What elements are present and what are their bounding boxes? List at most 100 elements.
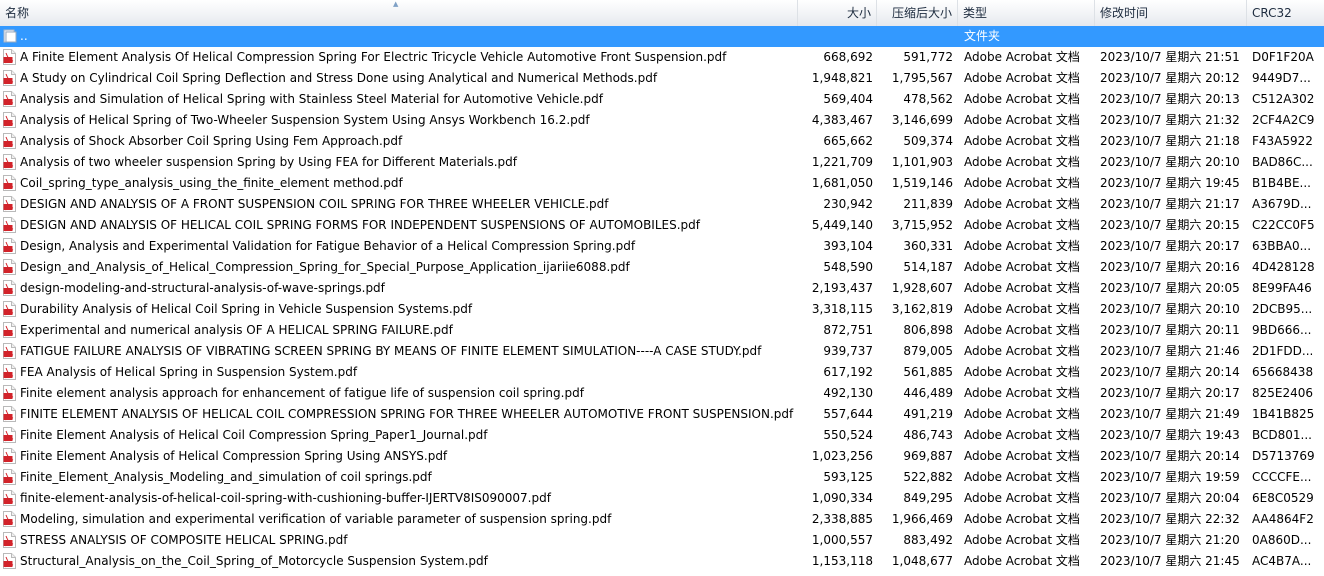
parent-folder-row[interactable]: .. 文件夹 <box>0 26 1324 47</box>
file-type: Adobe Acrobat 文档 <box>964 428 1080 442</box>
column-header-size[interactable]: 大小 <box>798 0 877 26</box>
file-type: Adobe Acrobat 文档 <box>964 449 1080 463</box>
file-type: Adobe Acrobat 文档 <box>964 218 1080 232</box>
file-row[interactable]: Modeling, simulation and experimental ve… <box>0 509 1324 530</box>
pdf-file-icon <box>3 490 16 506</box>
file-row[interactable]: Structural_Analysis_on_the_Coil_Spring_o… <box>0 551 1324 572</box>
file-type: Adobe Acrobat 文档 <box>964 113 1080 127</box>
file-type: Adobe Acrobat 文档 <box>964 134 1080 148</box>
pdf-file-icon <box>3 175 16 191</box>
file-packed-size: 1,048,677 <box>891 554 953 568</box>
file-row[interactable]: Coil_spring_type_analysis_using_the_fini… <box>0 173 1324 194</box>
column-header-packed-size[interactable]: 压缩后大小 <box>877 0 958 26</box>
pdf-file-icon <box>3 364 16 380</box>
pdf-file-icon <box>3 133 16 149</box>
file-packed-size: 1,966,469 <box>891 512 953 526</box>
file-row[interactable]: Durability Analysis of Helical Coil Spri… <box>0 299 1324 320</box>
file-row[interactable]: Finite element analysis approach for enh… <box>0 383 1324 404</box>
pdf-file-icon <box>3 91 16 107</box>
file-row[interactable]: Finite Element Analysis of Helical Compr… <box>0 446 1324 467</box>
file-size: 665,662 <box>823 134 873 148</box>
file-row[interactable]: Analysis of Helical Spring of Two-Wheele… <box>0 110 1324 131</box>
file-crc32: 2D1FDD... <box>1252 344 1314 358</box>
file-row[interactable]: FINITE ELEMENT ANALYSIS OF HELICAL COIL … <box>0 404 1324 425</box>
file-type: Adobe Acrobat 文档 <box>964 554 1080 568</box>
file-crc32: F43A5922 <box>1252 134 1313 148</box>
file-modified: 2023/10/7 星期六 21:18 <box>1100 134 1240 148</box>
file-name: Analysis of two wheeler suspension Sprin… <box>20 155 518 169</box>
file-row[interactable]: FEA Analysis of Helical Spring in Suspen… <box>0 362 1324 383</box>
file-crc32: 4D428128 <box>1252 260 1315 274</box>
file-name: Analysis of Shock Absorber Coil Spring U… <box>20 134 403 148</box>
file-row[interactable]: Design, Analysis and Experimental Valida… <box>0 236 1324 257</box>
file-list[interactable]: 名称 ▲ 大小 压缩后大小 类型 修改时间 CRC32 .. 文件夹 A Fin… <box>0 0 1324 576</box>
file-row[interactable]: FATIGUE FAILURE ANALYSIS OF VIBRATING SC… <box>0 341 1324 362</box>
file-size: 492,130 <box>823 386 873 400</box>
pdf-file-icon <box>3 238 16 254</box>
parent-folder-type: 文件夹 <box>964 29 1001 43</box>
file-type: Adobe Acrobat 文档 <box>964 197 1080 211</box>
file-modified: 2023/10/7 星期六 20:17 <box>1100 239 1240 253</box>
file-row[interactable]: A Study on Cylindrical Coil Spring Defle… <box>0 68 1324 89</box>
column-header-crc32-label: CRC32 <box>1252 6 1292 20</box>
file-row[interactable]: DESIGN AND ANALYSIS OF A FRONT SUSPENSIO… <box>0 194 1324 215</box>
file-row[interactable]: Finite_Element_Analysis_Modeling_and_sim… <box>0 467 1324 488</box>
file-modified: 2023/10/7 星期六 20:14 <box>1100 449 1240 463</box>
file-packed-size: 879,005 <box>903 344 953 358</box>
file-packed-size: 211,839 <box>903 197 953 211</box>
file-row[interactable]: Experimental and numerical analysis OF A… <box>0 320 1324 341</box>
file-crc32: BAD86C... <box>1252 155 1313 169</box>
file-row[interactable]: Analysis of two wheeler suspension Sprin… <box>0 152 1324 173</box>
file-modified: 2023/10/7 星期六 19:43 <box>1100 428 1240 442</box>
file-packed-size: 1,928,607 <box>891 281 953 295</box>
file-row[interactable]: Design_and_Analysis_of_Helical_Compressi… <box>0 257 1324 278</box>
file-name: Analysis of Helical Spring of Two-Wheele… <box>20 113 590 127</box>
column-header-modified[interactable]: 修改时间 <box>1095 0 1247 26</box>
file-size: 1,221,709 <box>811 155 873 169</box>
file-row[interactable]: A Finite Element Analysis Of Helical Com… <box>0 47 1324 68</box>
file-row[interactable]: Analysis of Shock Absorber Coil Spring U… <box>0 131 1324 152</box>
column-header-type-label: 类型 <box>963 6 988 20</box>
file-packed-size: 486,743 <box>903 428 953 442</box>
file-crc32: C512A302 <box>1252 92 1315 106</box>
file-size: 1,153,118 <box>811 554 873 568</box>
file-name: A Study on Cylindrical Coil Spring Defle… <box>20 71 658 85</box>
pdf-file-icon <box>3 217 16 233</box>
file-row[interactable]: finite-element-analysis-of-helical-coil-… <box>0 488 1324 509</box>
file-row[interactable]: Analysis and Simulation of Helical Sprin… <box>0 89 1324 110</box>
file-crc32: 9449D7... <box>1252 71 1311 85</box>
file-row[interactable]: Finite Element Analysis of Helical Coil … <box>0 425 1324 446</box>
file-packed-size: 806,898 <box>903 323 953 337</box>
file-packed-size: 1,795,567 <box>891 71 953 85</box>
file-type: Adobe Acrobat 文档 <box>964 533 1080 547</box>
file-type: Adobe Acrobat 文档 <box>964 344 1080 358</box>
file-row[interactable]: design-modeling-and-structural-analysis-… <box>0 278 1324 299</box>
pdf-file-icon <box>3 448 16 464</box>
file-type: Adobe Acrobat 文档 <box>964 71 1080 85</box>
column-header-crc32[interactable]: CRC32 <box>1247 0 1324 26</box>
file-packed-size: 509,374 <box>903 134 953 148</box>
pdf-file-icon <box>3 553 16 569</box>
file-crc32: 825E2406 <box>1252 386 1314 400</box>
file-row[interactable]: DESIGN AND ANALYSIS OF HELICAL COIL SPRI… <box>0 215 1324 236</box>
file-modified: 2023/10/7 星期六 21:46 <box>1100 344 1240 358</box>
file-packed-size: 446,489 <box>903 386 953 400</box>
file-rows: .. 文件夹 A Finite Element Analysis Of Heli… <box>0 26 1324 572</box>
file-packed-size: 883,492 <box>903 533 953 547</box>
file-type: Adobe Acrobat 文档 <box>964 323 1080 337</box>
parent-folder-name: .. <box>20 29 28 43</box>
file-crc32: CCCCFE... <box>1252 470 1312 484</box>
file-size: 3,318,115 <box>811 302 873 316</box>
pdf-file-icon <box>3 511 16 527</box>
file-crc32: 6E8C0529 <box>1252 491 1314 505</box>
file-packed-size: 514,187 <box>903 260 953 274</box>
column-header-type[interactable]: 类型 <box>958 0 1095 26</box>
file-row[interactable]: STRESS ANALYSIS OF COMPOSITE HELICAL SPR… <box>0 530 1324 551</box>
file-modified: 2023/10/7 星期六 19:45 <box>1100 176 1240 190</box>
column-header-name[interactable]: 名称 <box>0 0 798 26</box>
file-modified: 2023/10/7 星期六 20:17 <box>1100 386 1240 400</box>
file-packed-size: 522,882 <box>903 470 953 484</box>
file-modified: 2023/10/7 星期六 21:49 <box>1100 407 1240 421</box>
file-crc32: 8E99FA46 <box>1252 281 1312 295</box>
file-size: 2,338,885 <box>811 512 873 526</box>
